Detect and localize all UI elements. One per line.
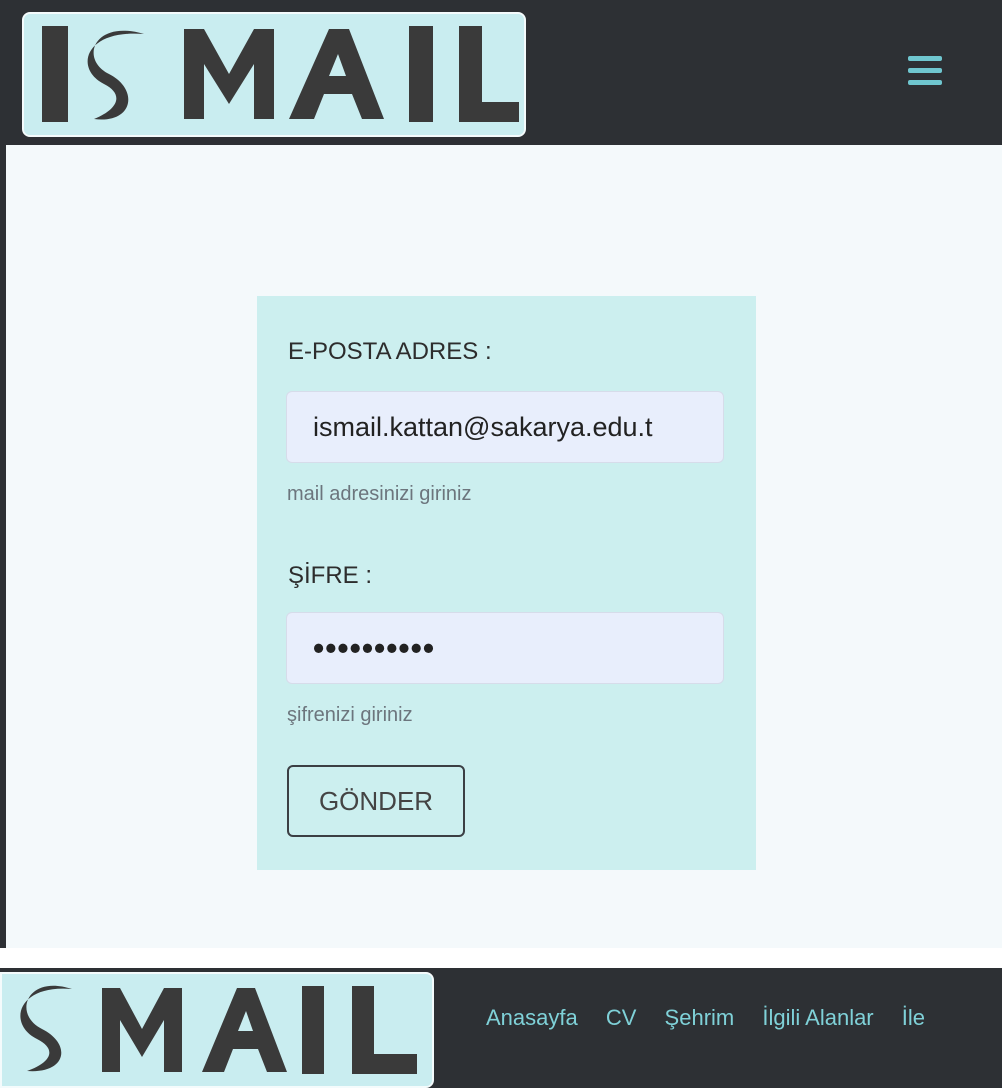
hamburger-line xyxy=(908,80,942,85)
password-field[interactable]: •••••••••• xyxy=(286,612,724,684)
nav-link-iletisim[interactable]: İle xyxy=(902,1005,925,1030)
hamburger-icon[interactable] xyxy=(908,56,942,92)
nav-link-sehrim[interactable]: Şehrim xyxy=(665,1005,735,1030)
section-gap xyxy=(0,948,1002,968)
brand-logo[interactable] xyxy=(22,12,526,137)
email-label: E-POSTA ADRES : xyxy=(288,338,492,365)
logo-graphic xyxy=(2,974,432,1086)
password-label: ŞİFRE : xyxy=(288,562,373,589)
hamburger-line xyxy=(908,68,942,73)
password-hint: şifrenizi giriniz xyxy=(287,704,413,726)
nav-link-anasayfa[interactable]: Anasayfa xyxy=(486,1005,578,1030)
brand-logo-bottom[interactable] xyxy=(0,972,434,1088)
email-field[interactable]: ismail.kattan@sakarya.edu.t xyxy=(286,391,724,463)
email-hint: mail adresinizi giriniz xyxy=(287,483,472,505)
nav-link-ilgili-alanlar[interactable]: İlgili Alanlar xyxy=(762,1005,873,1030)
bottom-nav-links: Anasayfa CV Şehrim İlgili Alanlar İle xyxy=(486,1005,947,1031)
hamburger-line xyxy=(908,56,942,61)
nav-link-cv[interactable]: CV xyxy=(606,1005,637,1030)
submit-button[interactable]: GÖNDER xyxy=(287,765,465,837)
logo-graphic xyxy=(24,14,524,135)
